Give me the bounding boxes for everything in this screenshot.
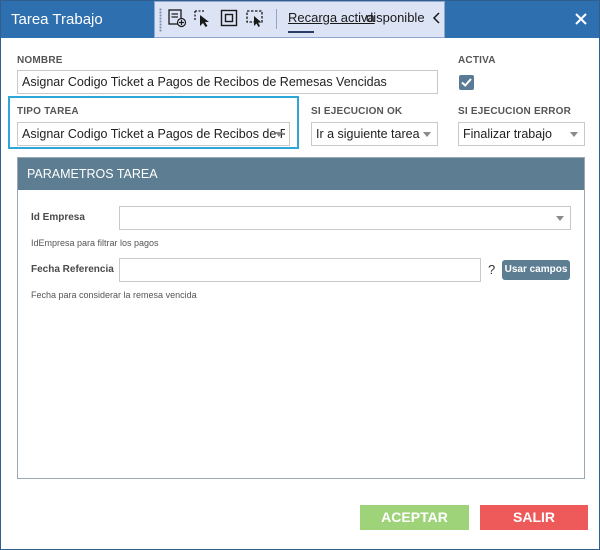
- pointer-select-icon[interactable]: [193, 8, 213, 28]
- fecha-referencia-label: Fecha Referencia: [31, 264, 114, 275]
- tipo-tarea-value: Asignar Codigo Ticket a Pagos de Recibos…: [22, 127, 285, 141]
- drag-grip-icon[interactable]: [159, 8, 162, 32]
- help-icon[interactable]: ?: [488, 262, 495, 277]
- floating-toolbar: Recarga activa disponible: [154, 1, 445, 38]
- nombre-label: NOMBRE: [17, 55, 63, 66]
- chevron-down-icon: [570, 132, 578, 137]
- si-ejecucion-error-label: SI EJECUCION ERROR: [458, 106, 572, 117]
- chevron-down-icon: [275, 132, 283, 137]
- si-ejecucion-ok-select[interactable]: Ir a siguiente tarea: [311, 122, 438, 146]
- nombre-input[interactable]: Asignar Codigo Ticket a Pagos de Recibos…: [17, 70, 438, 94]
- recarga-status-text: disponible: [366, 10, 425, 25]
- si-ejecucion-error-value: Finalizar trabajo: [463, 127, 552, 141]
- chevron-left-icon[interactable]: [431, 10, 443, 26]
- fecha-referencia-input[interactable]: [119, 258, 481, 282]
- parametros-panel: PARAMETROS TAREA Id Empresa IdEmpresa pa…: [17, 157, 585, 479]
- toolbar-separator: [276, 9, 277, 29]
- frame-icon[interactable]: [219, 8, 239, 28]
- tipo-tarea-select[interactable]: Asignar Codigo Ticket a Pagos de Recibos…: [17, 122, 290, 146]
- parametros-title: PARAMETROS TAREA: [27, 167, 158, 181]
- id-empresa-select[interactable]: [119, 206, 571, 230]
- id-empresa-label: Id Empresa: [31, 212, 85, 223]
- si-ejecucion-ok-label: SI EJECUCION OK: [311, 106, 403, 117]
- close-icon[interactable]: [571, 9, 591, 29]
- fecha-referencia-hint: Fecha para considerar la remesa vencida: [31, 290, 197, 300]
- chevron-down-icon: [556, 216, 564, 221]
- toolbar-indicator: [288, 31, 314, 33]
- activa-label: ACTIVA: [458, 55, 496, 66]
- aceptar-button[interactable]: ACEPTAR: [360, 505, 469, 530]
- recarga-activa-link[interactable]: Recarga activa: [288, 10, 375, 25]
- si-ejecucion-error-select[interactable]: Finalizar trabajo: [458, 122, 585, 146]
- chevron-down-icon: [423, 132, 431, 137]
- parametros-header: PARAMETROS TAREA: [18, 158, 584, 190]
- activa-checkbox[interactable]: [459, 75, 474, 90]
- salir-button[interactable]: SALIR: [480, 505, 588, 530]
- id-empresa-hint: IdEmpresa para filtrar los pagos: [31, 238, 159, 248]
- usar-campos-button[interactable]: Usar campos: [502, 260, 570, 280]
- si-ejecucion-ok-value: Ir a siguiente tarea: [316, 127, 420, 141]
- tipo-tarea-label: TIPO TAREA: [17, 106, 79, 117]
- add-tab-icon[interactable]: [167, 8, 187, 28]
- dialog-window: Tarea Trabajo Recarga activa disponible …: [0, 0, 600, 550]
- window-title: Tarea Trabajo: [11, 11, 103, 28]
- screen-capture-icon[interactable]: [245, 8, 265, 28]
